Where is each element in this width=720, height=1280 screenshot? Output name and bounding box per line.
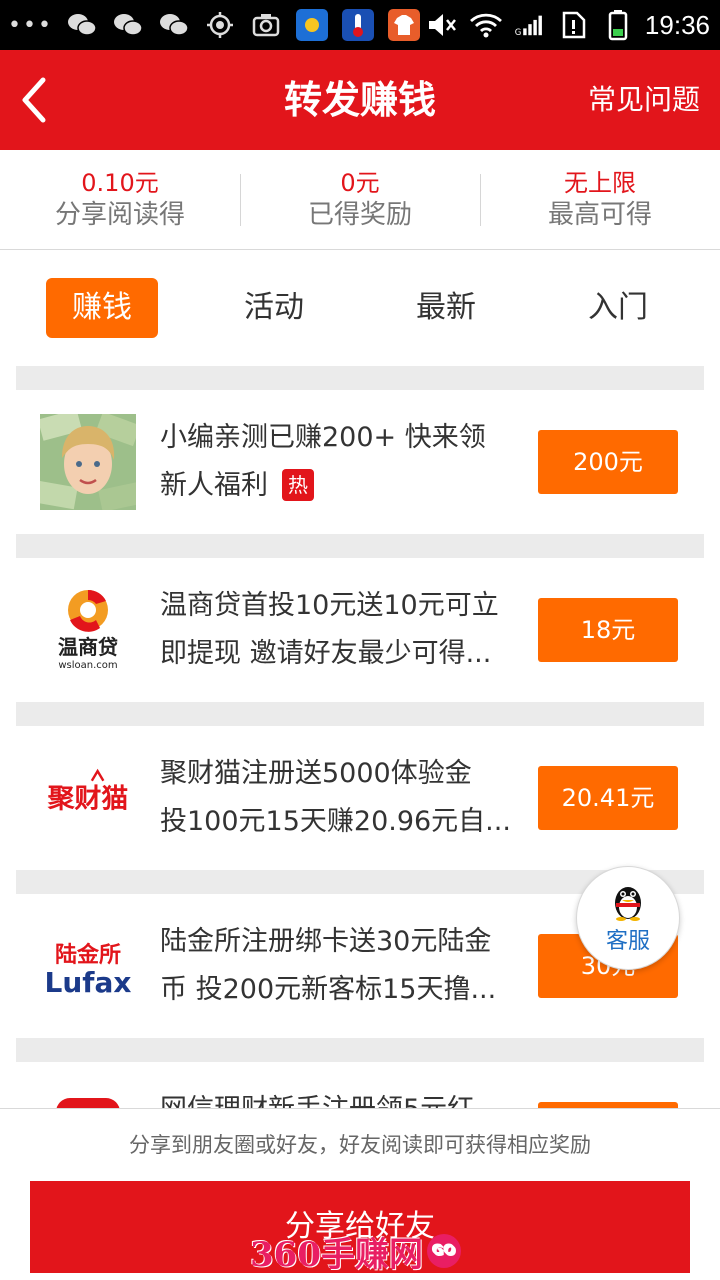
svg-text:G: G [515,28,522,38]
reward-button[interactable]: 200元 [538,430,678,494]
wechat-icon [111,8,145,42]
stat-label: 已得奖励 [307,199,412,230]
faq-link[interactable]: 常见问题 [588,50,700,150]
tab-intro[interactable]: 入门 [562,278,674,338]
stat-label: 最高可得 [547,199,652,230]
stat-read-reward: 0.10元 分享阅读得 [0,150,240,249]
list-item[interactable]: 聚财猫 聚财猫注册送5000体验金 投100元15天赚20.96元自... 20… [16,726,704,870]
notification-icons: ••• [8,0,421,50]
list-item[interactable]: 温商贷 wsloan.com 温商贷首投10元送10元可立 即提现 邀请好友最少… [16,558,704,702]
share-hint: 分享到朋友圈或好友，好友阅读即可获得相应奖励 [129,1133,591,1157]
hot-badge: 热 [282,469,314,501]
camera-icon [249,8,283,42]
app-header: 转发赚钱 常见问题 [0,50,720,150]
back-button[interactable] [14,74,54,126]
system-icons: G 19:36 [425,0,710,50]
wsloan-logo: 温商贷 wsloan.com [40,582,136,678]
weather-icon [295,8,329,42]
tab-latest[interactable]: 最新 [390,278,502,338]
jucaimao-logo-text: 聚财猫 [47,784,129,815]
reward-button[interactable]: 20.41元 [538,766,678,830]
wsloan-logo-sub: wsloan.com [58,660,117,671]
watermark: 360手赚网 GO [250,1226,461,1276]
signal-icon: G [513,8,547,42]
clock: 19:36 [644,9,710,40]
category-tabs: 赚钱 活动 最新 入门 [16,250,704,366]
stat-value: 无上限 [564,168,636,197]
more-dots-icon: ••• [8,12,53,38]
tab-activity[interactable]: 活动 [218,278,330,338]
thermometer-icon [341,8,375,42]
stat-earned: 0元 已得奖励 [240,150,480,249]
status-bar: ••• G 19:36 [0,0,720,50]
sim-alert-icon [557,8,591,42]
battery-icon [601,8,635,42]
divider [16,702,704,726]
qq-penguin-icon [615,887,641,921]
jucaimao-logo: 聚财猫 [40,750,136,846]
mute-icon [425,8,459,42]
gps-icon [203,8,237,42]
item-title: 小编亲测已赚200+ 快来领 新人福利热 [160,422,486,501]
wechat-icon [65,8,99,42]
lufax-logo-sub: Lufax [45,966,132,999]
wifi-icon [469,8,503,42]
stat-max: 无上限 最高可得 [480,150,720,249]
stat-value: 0元 [340,168,380,197]
stats-bar: 0.10元 分享阅读得 0元 已得奖励 无上限 最高可得 [0,150,720,250]
watermark-badge: GO [426,1234,461,1268]
chevron-left-icon [22,77,46,123]
task-list: 小编亲测已赚200+ 快来领 新人福利热 200元 温商贷 wsloan.com… [16,366,704,1206]
reward-button[interactable]: 18元 [538,598,678,662]
customer-service-button[interactable]: 客服 [576,866,680,970]
portrait-money-logo [40,414,136,510]
lufax-logo-text: 陆金所 [55,942,121,968]
divider [16,534,704,558]
divider [16,1038,704,1062]
wechat-icon [157,8,191,42]
stat-label: 分享阅读得 [54,199,185,230]
item-title: 温商贷首投10元送10元可立 即提现 邀请好友最少可得... [160,590,499,669]
stat-value: 0.10元 [81,168,159,197]
tab-earn[interactable]: 赚钱 [46,278,158,338]
customer-service-label: 客服 [605,929,650,954]
item-title: 陆金所注册绑卡送30元陆金 币 投200元新客标15天撸... [160,926,497,1005]
item-title: 聚财猫注册送5000体验金 投100元15天赚20.96元自... [160,758,511,837]
list-item[interactable]: 小编亲测已赚200+ 快来领 新人福利热 200元 [16,390,704,534]
watermark-text: 360手赚网 [250,1234,423,1275]
wsloan-logo-text: 温商贷 [58,635,118,659]
shirt-app-icon [387,8,421,42]
divider [16,366,704,390]
lufax-logo: 陆金所 Lufax [40,918,136,1014]
